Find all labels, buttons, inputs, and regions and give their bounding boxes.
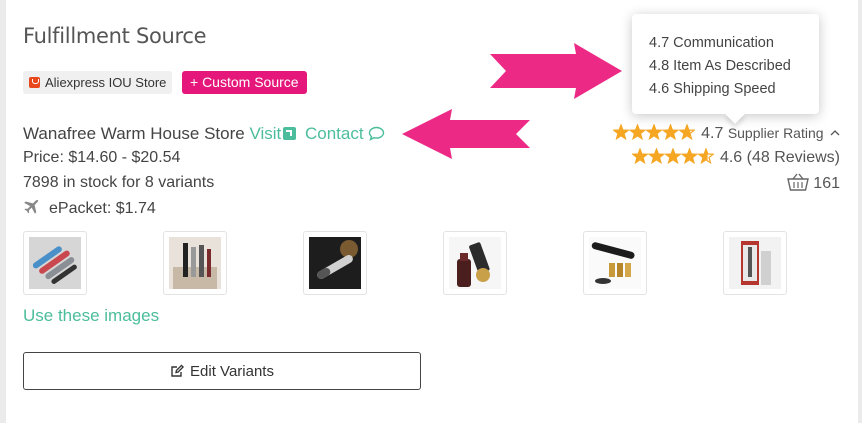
star-icon (646, 125, 662, 139)
communication-rating: 4.7 Communication (649, 35, 774, 51)
product-thumbnail[interactable] (163, 231, 227, 295)
shipping-label: ePacket: $1.74 (49, 200, 156, 217)
product-image (449, 237, 501, 289)
product-image (169, 237, 221, 289)
store-name: Wanafree Warm House Store (23, 124, 245, 143)
rating-breakdown-tooltip: 4.7 Communication 4.8 Item As Described … (632, 14, 819, 114)
custom-source-button[interactable]: + Custom Source (182, 71, 307, 94)
product-image (309, 237, 361, 289)
aliexpress-store-tag[interactable]: Aliexpress IOU Store (23, 71, 173, 94)
product-image (729, 237, 781, 289)
supplier-rating-value: 4.7 (701, 125, 724, 142)
edit-variants-button[interactable]: Edit Variants (23, 352, 421, 390)
store-line: Wanafree Warm House Store Visit Contact (23, 124, 385, 144)
stock-info: 7898 in stock for 8 variants (23, 174, 215, 191)
star-icon (632, 149, 648, 163)
annotation-arrow-left (402, 109, 530, 159)
airplane-icon (24, 199, 39, 214)
product-rating-value: 4.6 (719, 149, 743, 166)
price-range: Price: $14.60 - $20.54 (23, 149, 181, 166)
external-link-icon (283, 127, 297, 140)
reviews-count: (48 Reviews) (746, 149, 840, 166)
orders-count: 161 (787, 173, 840, 193)
product-thumbnail[interactable] (303, 231, 367, 295)
edit-icon (171, 364, 185, 377)
orders-value: 161 (813, 175, 840, 192)
supplier-rating-stars (613, 124, 696, 140)
aliexpress-icon (29, 77, 40, 88)
supplier-rating-label: Supplier Rating (727, 125, 824, 141)
supplier-rating[interactable]: 4.7 Supplier Rating (613, 124, 840, 143)
visit-label: Visit (249, 124, 282, 143)
product-thumbnail[interactable] (443, 231, 507, 295)
annotation-arrow-right (490, 43, 622, 99)
star-icon (613, 125, 629, 139)
star-icon (649, 149, 664, 163)
visit-link[interactable]: Visit (249, 124, 300, 143)
edit-variants-label: Edit Variants (190, 362, 274, 380)
shipping-speed-rating: 4.6 Shipping Speed (649, 81, 776, 97)
section-title: Fulfillment Source (23, 24, 207, 48)
chat-bubble-icon (368, 126, 384, 141)
product-rating-stars (631, 148, 714, 164)
star-icon (663, 125, 678, 139)
product-image (29, 237, 81, 289)
star-icon (665, 149, 681, 163)
contact-label: Contact (305, 124, 364, 143)
product-thumbnail[interactable] (583, 231, 647, 295)
basket-icon (787, 173, 810, 191)
star-icon (630, 125, 645, 139)
star-icon (682, 149, 697, 163)
product-thumbnail[interactable] (723, 231, 787, 295)
shipping-info: ePacket: $1.74 (23, 199, 156, 218)
contact-link[interactable]: Contact (305, 124, 385, 143)
product-rating: 4.6 (48 Reviews) (631, 148, 840, 167)
item-as-described-rating: 4.8 Item As Described (649, 58, 791, 74)
product-image (589, 237, 641, 289)
aliexpress-store-label: Aliexpress IOU Store (45, 75, 167, 90)
use-these-images-link[interactable]: Use these images (23, 306, 159, 326)
chevron-up-icon (830, 130, 840, 136)
product-thumbnail[interactable] (23, 231, 87, 295)
